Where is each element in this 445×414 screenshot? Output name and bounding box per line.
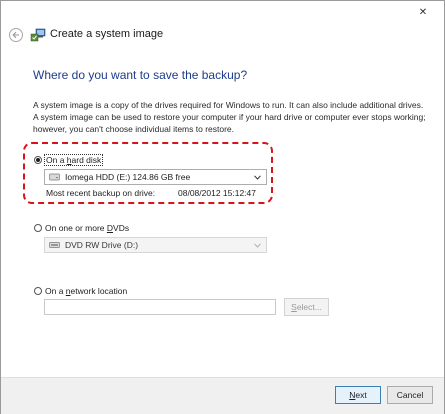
recent-backup-value: 08/08/2012 15:12:47	[178, 188, 256, 198]
dvd-drive-select[interactable]: DVD RW Drive (D:)	[44, 237, 267, 253]
back-arrow-icon	[12, 31, 19, 39]
chevron-down-icon	[252, 172, 262, 182]
hard-disk-label: On a hard disk	[43, 154, 104, 166]
radio-dvd[interactable]: On one or more DVDs	[34, 223, 129, 233]
dvd-drive-value: DVD RW Drive (D:)	[65, 240, 139, 250]
radio-hard-disk[interactable]: On a hard disk	[34, 154, 104, 166]
back-button[interactable]	[9, 28, 23, 42]
wizard-header: Create a system image	[1, 23, 444, 49]
dvd-label: On one or more DVDs	[45, 223, 130, 233]
dvd-drive-icon	[49, 242, 60, 248]
radio-button-hard-disk[interactable]	[34, 156, 42, 164]
radio-network[interactable]: On a network location	[34, 286, 127, 296]
window-title: Create a system image	[50, 28, 164, 40]
cancel-button[interactable]: Cancel	[387, 386, 433, 404]
radio-button-dvd[interactable]	[34, 224, 42, 232]
create-system-image-window: ✕ Create a system image Where do you wan…	[0, 0, 445, 414]
radio-button-network[interactable]	[34, 287, 42, 295]
recent-backup-label: Most recent backup on drive:	[46, 188, 156, 198]
network-label: On a network location	[45, 286, 128, 296]
hard-disk-drive-select[interactable]: Iomega HDD (E:) 124.86 GB free	[44, 169, 267, 185]
select-network-button[interactable]: Select...	[284, 298, 329, 316]
hard-drive-icon	[49, 173, 60, 181]
network-path-input[interactable]	[44, 299, 276, 315]
next-button[interactable]: Next	[335, 386, 381, 404]
close-icon: ✕	[418, 6, 428, 18]
description-text: A system image is a copy of the drives r…	[33, 100, 426, 134]
chevron-down-icon	[252, 240, 262, 250]
page-title: Where do you want to save the backup?	[33, 68, 248, 82]
hard-disk-drive-value: Iomega HDD (E:) 124.86 GB free	[65, 172, 191, 182]
close-button[interactable]: ✕	[408, 4, 438, 20]
backup-wizard-icon	[30, 28, 46, 42]
